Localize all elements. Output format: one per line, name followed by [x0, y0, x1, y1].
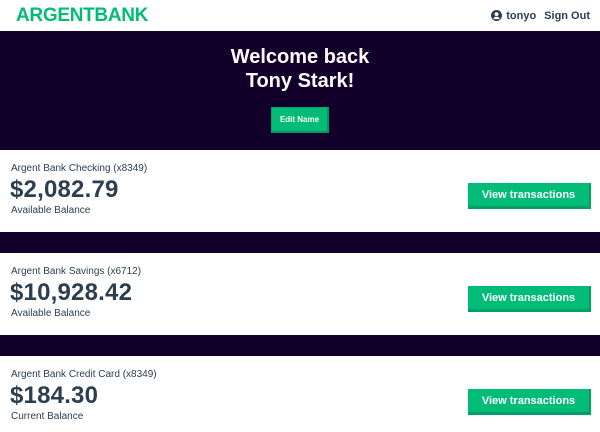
account-amount: $2,082.79	[10, 176, 119, 203]
account-amount: $10,928.42	[10, 279, 133, 306]
sign-out-link[interactable]: Sign Out	[544, 10, 590, 22]
view-transactions-button[interactable]: View transactions	[468, 389, 591, 415]
argent-bank-logo[interactable]: ARGENTBANK	[16, 6, 148, 25]
account-title: Argent Bank Checking (x8349)	[11, 163, 148, 174]
welcome-line-2: Tony Stark!	[245, 70, 355, 92]
account-amount-description: Available Balance	[11, 205, 91, 216]
welcome-header: Welcome back Tony Stark! Edit Name	[0, 31, 600, 150]
account-title: Argent Bank Credit Card (x8349)	[11, 369, 157, 380]
welcome-line-1: Welcome back	[230, 46, 370, 68]
account-title: Argent Bank Savings (x6712)	[11, 266, 142, 277]
username-label: tonyo	[506, 9, 537, 22]
welcome-title: Welcome back Tony Stark!	[0, 45, 600, 93]
logo-argent-text: ARGENT	[16, 5, 95, 26]
account-card-credit: Argent Bank Credit Card (x8349) $184.30 …	[0, 356, 600, 432]
view-transactions-button[interactable]: View transactions	[468, 286, 591, 312]
account-card-checking: Argent Bank Checking (x8349) $2,082.79 A…	[0, 150, 600, 232]
user-nav: tonyo Sign Out	[491, 10, 590, 22]
view-transactions-button[interactable]: View transactions	[468, 183, 591, 209]
top-navigation: ARGENTBANK tonyo Sign Out	[0, 0, 600, 31]
account-amount-description: Available Balance	[11, 308, 91, 319]
logo-bank-text: BANK	[94, 5, 149, 26]
account-amount: $184.30	[10, 382, 99, 409]
profile-link[interactable]: tonyo	[491, 10, 536, 22]
edit-name-button[interactable]: Edit Name	[270, 107, 330, 133]
account-amount-description: Current Balance	[11, 411, 84, 422]
user-circle-icon	[491, 10, 503, 21]
account-card-savings: Argent Bank Savings (x6712) $10,928.42 A…	[0, 253, 600, 335]
